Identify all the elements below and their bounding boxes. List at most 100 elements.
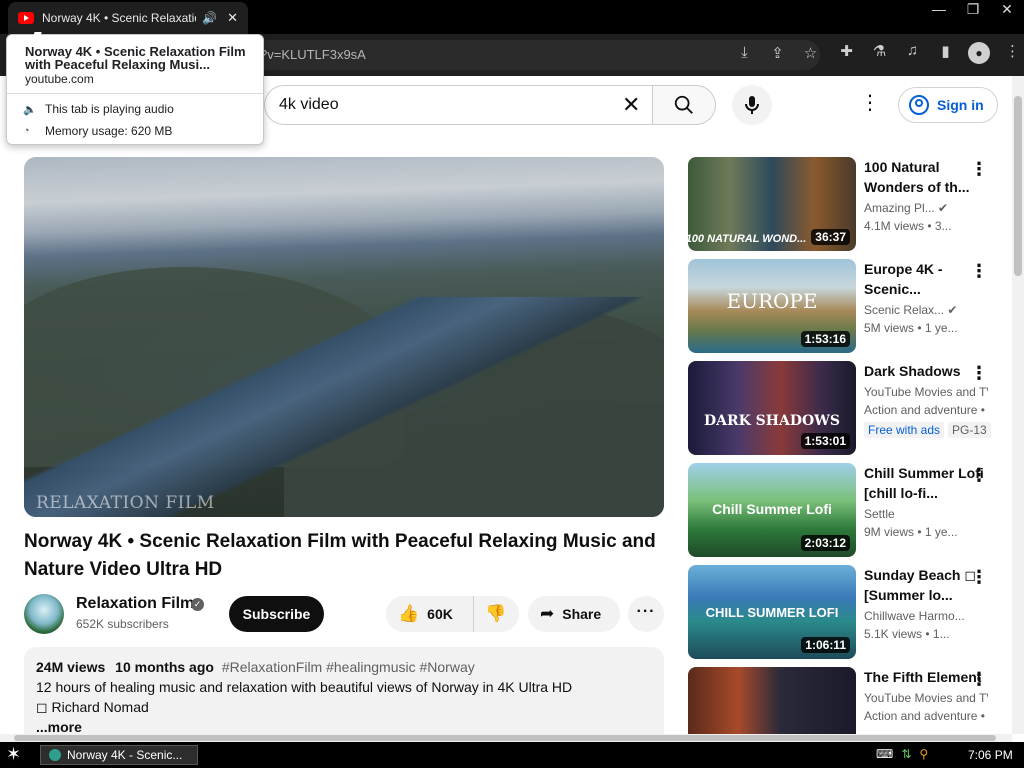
show-more-link[interactable]: ...more: [36, 719, 652, 735]
hover-card-divider: [7, 93, 263, 94]
video-stats: 5.1K views • 1...: [864, 627, 950, 641]
browser-globe-icon: [49, 749, 61, 761]
search-button[interactable]: [652, 85, 716, 125]
video-thumbnail[interactable]: CHILL SUMMER LOFI 1:06:11: [688, 565, 856, 659]
channel-avatar[interactable]: [24, 594, 64, 634]
video-thumbnail[interactable]: Chill Summer Lofi 2:03:12: [688, 463, 856, 557]
channel-name[interactable]: YouTube Movies and TV: [864, 383, 988, 401]
channel-name[interactable]: Amazing Pl... ✔: [864, 199, 988, 217]
taskbar-clock: 7:06 PM: [968, 748, 1013, 762]
channel-name[interactable]: Settle: [864, 505, 988, 523]
video-options-icon[interactable]: ⋮: [970, 567, 988, 587]
audio-icon: 🔈: [23, 103, 37, 116]
window-controls: — ❐ ✕: [922, 0, 1024, 18]
subscriber-count: 652K subscribers: [76, 617, 169, 631]
more-actions-button[interactable]: ···: [628, 596, 664, 632]
video-watermark: RELAXATION FILM: [36, 493, 215, 513]
labs-flask-icon[interactable]: ⚗: [863, 42, 896, 64]
video-options-icon[interactable]: ⋮: [970, 159, 988, 179]
video-thumbnail[interactable]: 100 NATURAL WOND... 36:37: [688, 157, 856, 251]
audio-status-text: This tab is playing audio: [45, 102, 174, 116]
video-thumbnail[interactable]: [688, 667, 856, 734]
horizontal-scroll-thumb[interactable]: [14, 735, 996, 741]
video-stats: 9M views • 1 ye...: [864, 525, 958, 539]
rating-badge: PG-13: [948, 422, 991, 438]
close-tab-icon[interactable]: ✕: [227, 10, 238, 26]
duration-badge: 1:06:11: [801, 637, 850, 653]
side-panel-icon[interactable]: ▮: [929, 42, 962, 64]
keyboard-icon[interactable]: ⌨: [876, 747, 893, 761]
close-window-icon[interactable]: ✕: [990, 0, 1024, 18]
description-line-1: 12 hours of healing music and relaxation…: [36, 679, 573, 695]
share-label: Share: [562, 606, 602, 622]
network-icon[interactable]: ⇅: [901, 747, 911, 761]
list-item[interactable]: EUROPE 1:53:16 Europe 4K - Scenic... Sce…: [688, 259, 1008, 353]
tab-hover-card: Norway 4K • Scenic Relaxation Film with …: [6, 34, 264, 145]
video-thumbnail[interactable]: DARK SHADOWS 1:53:01: [688, 361, 856, 455]
channel-label: Amazing Pl...: [864, 201, 935, 215]
list-item[interactable]: Chill Summer Lofi 2:03:12 Chill Summer L…: [688, 463, 1008, 557]
sign-in-button[interactable]: Sign in: [898, 87, 998, 123]
speaker-icon[interactable]: 🔊: [202, 11, 217, 25]
vertical-scrollbar[interactable]: [1012, 76, 1024, 734]
media-control-icon[interactable]: ♫: [896, 42, 929, 64]
like-button[interactable]: 👍 60K: [386, 596, 474, 632]
thumbs-up-icon: 👍: [398, 604, 420, 623]
channel-name[interactable]: Chillwave Harmo...: [864, 607, 988, 625]
channel-name[interactable]: Scenic Relax... ✔: [864, 301, 988, 319]
video-options-icon[interactable]: ⋮: [970, 363, 988, 383]
voice-search-button[interactable]: [732, 85, 772, 125]
search-tray-icon[interactable]: ⚲: [919, 747, 928, 761]
profile-avatar-icon[interactable]: ●: [968, 42, 990, 64]
badges-row: Free with ads PG-13: [864, 421, 991, 439]
verified-check-icon: ✔: [947, 303, 958, 317]
channel-name[interactable]: YouTube Movies and TV: [864, 689, 988, 707]
sign-in-label: Sign in: [937, 97, 984, 113]
bookmark-star-icon[interactable]: ☆: [794, 44, 827, 62]
thumbs-down-icon: 👎: [485, 604, 507, 623]
video-stats: 5M views • 1 ye...: [864, 321, 958, 335]
video-options-icon[interactable]: ⋮: [970, 669, 988, 689]
duration-badge: 36:37: [811, 229, 850, 245]
start-menu-icon[interactable]: ✶: [6, 744, 21, 765]
user-circle-icon: [909, 95, 929, 115]
restore-icon[interactable]: ❐: [956, 0, 990, 18]
list-item[interactable]: CHILL SUMMER LOFI 1:06:11 Sunday Beach ◻…: [688, 565, 1008, 659]
verified-check-icon: ✓: [191, 598, 204, 611]
share-page-icon[interactable]: ⇪: [761, 44, 794, 62]
search-input[interactable]: 4k video: [264, 85, 652, 125]
browser-tab-strip: Norway 4K • Scenic Relaxation 🔊 ✕ — ❐ ✕: [0, 0, 1024, 34]
video-thumbnail[interactable]: EUROPE 1:53:16: [688, 259, 856, 353]
search-icon: [674, 95, 693, 114]
video-player[interactable]: RELAXATION FILM: [24, 157, 664, 517]
duration-badge: 1:53:16: [800, 331, 850, 347]
vertical-scroll-thumb[interactable]: [1014, 96, 1022, 276]
taskbar-window-button[interactable]: Norway 4K - Scenic...: [40, 745, 198, 765]
channel-label: Scenic Relax...: [864, 303, 945, 317]
browser-tab[interactable]: Norway 4K • Scenic Relaxation 🔊 ✕: [8, 2, 248, 34]
list-item[interactable]: The Fifth Element YouTube Movies and TV …: [688, 667, 1008, 734]
hashtags[interactable]: #RelaxationFilm #healingmusic #Norway: [222, 659, 475, 675]
hover-card-title: Norway 4K • Scenic Relaxation Film with …: [25, 44, 246, 72]
clear-search-icon[interactable]: ✕: [622, 94, 640, 116]
video-options-icon[interactable]: ⋮: [970, 465, 988, 485]
list-item[interactable]: 100 NATURAL WOND... 36:37 100 Natural Wo…: [688, 157, 1008, 251]
dislike-button[interactable]: 👎: [474, 596, 518, 632]
settings-menu-icon[interactable]: ⋮: [860, 92, 880, 114]
share-button[interactable]: ➦ Share: [528, 596, 620, 632]
thumbnail-text: Chill Summer Lofi: [712, 501, 832, 517]
verified-check-icon: ✔: [938, 201, 949, 215]
extensions-icon[interactable]: ✚: [830, 42, 863, 64]
video-options-icon[interactable]: ⋮: [970, 261, 988, 281]
horizontal-scrollbar[interactable]: [0, 734, 1012, 742]
install-icon[interactable]: ⤓: [728, 44, 761, 62]
thumbnail-text: EUROPE: [726, 289, 818, 313]
channel-name[interactable]: Relaxation Film: [76, 595, 194, 613]
minimize-icon[interactable]: —: [922, 0, 956, 18]
description-meta: 24M views 10 months ago #RelaxationFilm …: [36, 659, 652, 675]
list-item[interactable]: DARK SHADOWS 1:53:01 Dark Shadows YouTub…: [688, 361, 1008, 455]
share-arrow-icon: ➦: [540, 604, 555, 623]
subscribe-button[interactable]: Subscribe: [229, 596, 324, 632]
description-box[interactable]: 24M views 10 months ago #RelaxationFilm …: [24, 647, 664, 747]
browser-menu-icon[interactable]: ⋮: [996, 42, 1024, 64]
